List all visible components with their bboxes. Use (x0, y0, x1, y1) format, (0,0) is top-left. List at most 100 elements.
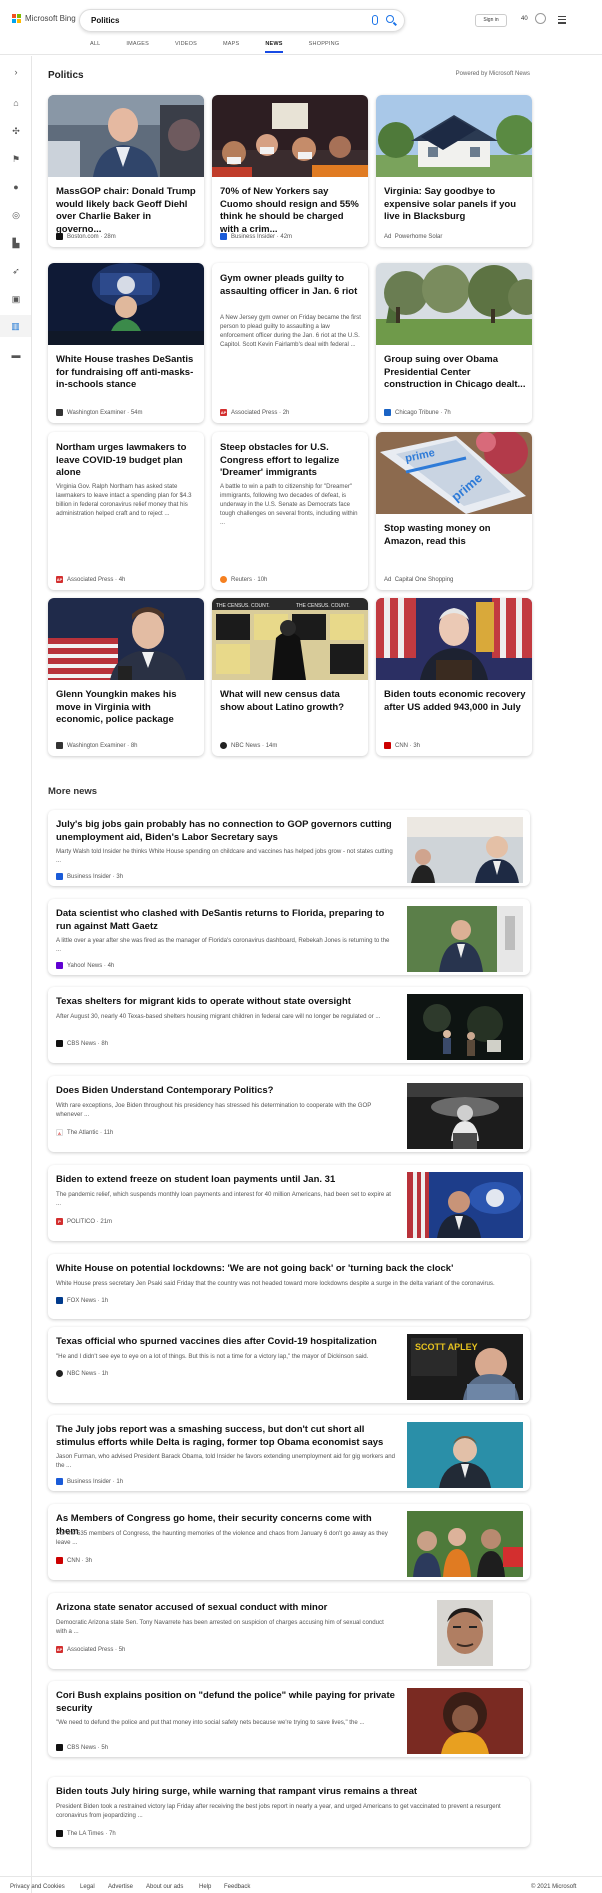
card-title[interactable]: Stop wasting money on Amazon, read this (384, 523, 526, 548)
news-card[interactable]: THE CENSUS. COUNT. THE CENSUS. COUNT. Wha… (212, 598, 368, 756)
card-title[interactable]: Steep obstacles for U.S. Congress effort… (220, 442, 362, 480)
card-source: Boston.com · 28m (56, 233, 116, 240)
item-title[interactable]: Biden to extend freeze on student loan p… (56, 1174, 396, 1187)
card-title[interactable]: Group suing over Obama Presidential Cent… (384, 354, 526, 392)
list-item[interactable]: Arizona state senator accused of sexual … (48, 1593, 530, 1669)
search-box[interactable]: Politics (79, 9, 405, 32)
news-card[interactable]: Northam urges lawmakers to leave COVID-1… (48, 432, 204, 590)
search-input[interactable]: Politics (91, 16, 119, 25)
item-title[interactable]: Texas shelters for migrant kids to opera… (56, 996, 396, 1009)
item-title[interactable]: White House on potential lockdowns: 'We … (56, 1263, 526, 1276)
list-item[interactable]: Cori Bush explains position on "defund t… (48, 1681, 530, 1757)
item-title[interactable]: The July jobs report was a smashing succ… (56, 1424, 396, 1449)
list-item[interactable]: Data scientist who clashed with DeSantis… (48, 899, 530, 975)
news-card[interactable]: Glenn Youngkin makes his move in Virgini… (48, 598, 204, 756)
tab-news[interactable]: NEWS (265, 41, 283, 53)
news-card[interactable]: Biden touts economic recovery after US a… (376, 598, 532, 756)
card-title[interactable]: Gym owner pleads guilty to assaulting of… (220, 273, 362, 298)
footer-link-advertise[interactable]: Advertise (108, 1884, 133, 1890)
tab-videos[interactable]: VIDEOS (175, 41, 197, 53)
item-title[interactable]: Data scientist who clashed with DeSantis… (56, 908, 396, 933)
footer-link-about-ads[interactable]: About our ads (146, 1884, 183, 1890)
item-title[interactable]: Texas official who spurned vaccines dies… (56, 1336, 396, 1349)
news-card[interactable]: White House trashes DeSantis for fundrai… (48, 263, 204, 423)
globe-icon[interactable]: ◎ (11, 210, 21, 220)
tab-all[interactable]: ALL (90, 41, 100, 53)
item-description: White House press secretary Jen Psaki sa… (56, 1280, 495, 1287)
rewards-medal-icon[interactable] (535, 13, 546, 24)
list-item[interactable]: White House on potential lockdowns: 'We … (48, 1254, 530, 1319)
bing-logo[interactable]: Microsoft Bing (12, 14, 76, 23)
science-icon[interactable]: ✣ (11, 126, 21, 136)
card-source: AP Associated Press · 4h (56, 576, 126, 583)
business-chart-icon[interactable]: ▙ (11, 238, 21, 248)
rocket-icon[interactable]: ➶ (11, 266, 21, 276)
item-thumbnail: SCOTT APLEY (407, 1334, 523, 1400)
card-title[interactable]: White House trashes DeSantis for fundrai… (56, 354, 198, 392)
card-title[interactable]: What will new census data show about Lat… (220, 689, 362, 714)
list-item[interactable]: Biden touts July hiring surge, while war… (48, 1777, 530, 1847)
item-title[interactable]: Cori Bush explains position on "defund t… (56, 1690, 396, 1715)
expand-chevron-icon[interactable]: › (11, 67, 21, 77)
card-title[interactable]: Glenn Youngkin makes his move in Virgini… (56, 689, 198, 727)
tab-images[interactable]: IMAGES (126, 41, 149, 53)
footer-link-privacy[interactable]: Privacy and Cookies (10, 1884, 65, 1890)
list-item[interactable]: July's big jobs gain probably has no con… (48, 810, 530, 886)
item-title[interactable]: Does Biden Understand Contemporary Polit… (56, 1085, 396, 1098)
news-card[interactable]: Steep obstacles for U.S. Congress effort… (212, 432, 368, 590)
card-source: Washington Examiner · 8h (56, 742, 138, 749)
entertainment-icon[interactable]: ▣ (11, 294, 21, 304)
flag-icon[interactable]: ⚑ (11, 154, 21, 164)
footer-link-feedback[interactable]: Feedback (224, 1884, 250, 1890)
rewards-count[interactable]: 40 (521, 16, 528, 22)
sign-in-button[interactable]: Sign in (475, 14, 507, 27)
news-card[interactable]: Group suing over Obama Presidential Cent… (376, 263, 532, 423)
ad-card[interactable]: Virginia: Say goodbye to expensive solar… (376, 95, 532, 247)
list-item[interactable]: As Members of Congress go home, their se… (48, 1504, 530, 1580)
location-pin-icon[interactable]: ● (11, 182, 21, 192)
news-card[interactable]: 70% of New Yorkers say Cuomo should resi… (212, 95, 368, 247)
source-logo-icon: P (56, 1218, 63, 1225)
item-title[interactable]: July's big jobs gain probably has no con… (56, 819, 396, 844)
ad-label: Ad (384, 577, 392, 583)
list-item[interactable]: Texas shelters for migrant kids to opera… (48, 987, 530, 1063)
card-title[interactable]: Biden touts economic recovery after US a… (384, 689, 526, 714)
list-item[interactable]: The July jobs report was a smashing succ… (48, 1415, 530, 1491)
source-logo-icon (56, 1370, 63, 1377)
card-image (48, 95, 204, 177)
money-icon[interactable]: ▬ (11, 350, 21, 360)
news-card[interactable]: MassGOP chair: Donald Trump would likely… (48, 95, 204, 247)
ad-card[interactable]: prime prime Stop wasting money on Amazon,… (376, 432, 532, 590)
item-description: After August 30, nearly 40 Texas-based s… (56, 1013, 381, 1020)
source-logo-icon: AP (220, 409, 227, 416)
item-source: Business Insider · 3h (56, 873, 123, 880)
home-icon[interactable]: ⌂ (11, 98, 21, 108)
card-title[interactable]: 70% of New Yorkers say Cuomo should resi… (220, 186, 362, 236)
item-description: "He and I didn't see eye to eye on a lot… (56, 1353, 369, 1360)
item-description: Jason Furman, who advised President Bara… (56, 1453, 396, 1469)
politics-capitol-icon[interactable]: ▥ (0, 315, 31, 337)
list-item[interactable]: Biden to extend freeze on student loan p… (48, 1165, 530, 1241)
item-source: CBS News · 8h (56, 1040, 108, 1047)
tab-maps[interactable]: MAPS (223, 41, 239, 53)
footer-link-help[interactable]: Help (199, 1884, 211, 1890)
card-image (376, 95, 532, 177)
card-title[interactable]: Northam urges lawmakers to leave COVID-1… (56, 442, 198, 480)
source-logo-icon (56, 1744, 63, 1751)
card-source: AP Associated Press · 2h (220, 409, 290, 416)
list-item[interactable]: Texas official who spurned vaccines dies… (48, 1327, 530, 1403)
news-card[interactable]: Gym owner pleads guilty to assaulting of… (212, 263, 368, 423)
item-title[interactable]: Arizona state senator accused of sexual … (56, 1602, 396, 1615)
footer-link-legal[interactable]: Legal (80, 1884, 95, 1890)
card-title[interactable]: MassGOP chair: Donald Trump would likely… (56, 186, 198, 236)
card-title[interactable]: Virginia: Say goodbye to expensive solar… (384, 186, 526, 224)
item-source: NBC News · 1h (56, 1370, 108, 1377)
tab-shopping[interactable]: SHOPPING (309, 41, 340, 53)
microphone-icon[interactable] (372, 15, 378, 25)
list-item[interactable]: Does Biden Understand Contemporary Polit… (48, 1076, 530, 1152)
source-logo-icon (56, 1830, 63, 1837)
hamburger-menu-icon[interactable] (558, 16, 566, 26)
search-icon[interactable] (386, 15, 394, 23)
source-logo-icon (220, 742, 227, 749)
item-title[interactable]: Biden touts July hiring surge, while war… (56, 1786, 526, 1799)
